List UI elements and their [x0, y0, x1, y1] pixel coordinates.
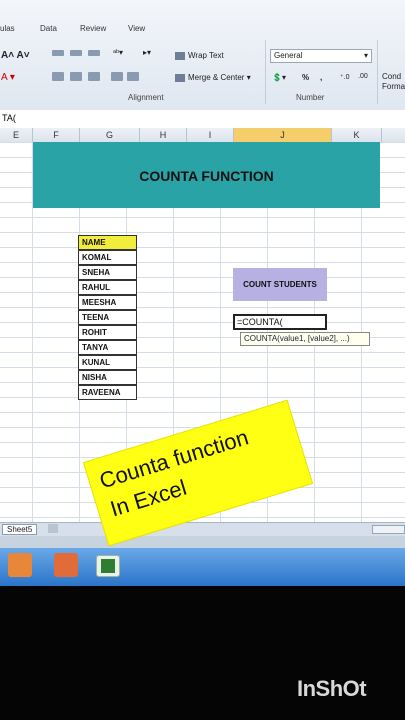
group-divider-2 [377, 40, 378, 104]
chevron-down-icon: ▾ [363, 51, 368, 60]
name-cell[interactable]: MEESHA [78, 295, 137, 310]
column-header-e[interactable]: E [0, 128, 33, 142]
column-header-i[interactable]: I [187, 128, 234, 142]
taskbar-app-icon[interactable] [8, 553, 32, 577]
column-header-j[interactable]: J [234, 128, 332, 142]
status-bar [0, 536, 405, 548]
name-cell[interactable]: TEENA [78, 310, 137, 325]
name-cell[interactable]: KOMAL [78, 250, 137, 265]
align-middle-icon[interactable] [70, 50, 82, 56]
decrease-decimal-button[interactable]: .00 [358, 73, 368, 80]
currency-button[interactable]: 💲▾ [272, 73, 286, 82]
name-header-cell[interactable]: NAME [78, 235, 137, 250]
align-center-icon[interactable] [70, 72, 82, 81]
column-header-k[interactable]: K [332, 128, 382, 142]
name-cell[interactable]: TANYA [78, 340, 137, 355]
column-header-row: E F G H I J K [0, 128, 405, 143]
count-students-label[interactable]: COUNT STUDENTS [233, 268, 327, 301]
wrap-text-icon[interactable]: ▸▾ [143, 48, 151, 57]
group-divider [265, 40, 266, 104]
tab-data[interactable]: Data [40, 24, 57, 33]
align-right-icon[interactable] [88, 72, 100, 81]
column-header-h[interactable]: H [140, 128, 187, 142]
name-cell[interactable]: KUNAL [78, 355, 137, 370]
column-header-f[interactable]: F [33, 128, 80, 142]
name-cell[interactable]: NISHA [78, 370, 137, 385]
name-cell[interactable]: SNEHA [78, 265, 137, 280]
number-format-select[interactable]: General ▾ [270, 49, 372, 63]
font-size-buttons[interactable]: A˄ A˅ [1, 50, 30, 61]
ribbon: ulas Data Review View A˄ A˅ A ▾ ᵃᵇ▾ ▸▾ W… [0, 0, 405, 110]
ribbon-tab-bar: ulas Data Review View [0, 22, 405, 36]
number-group-label: Number [296, 93, 325, 102]
increase-indent-icon[interactable] [127, 72, 139, 81]
decrease-indent-icon[interactable] [111, 72, 123, 81]
excel-logo-icon [101, 559, 115, 573]
formula-bar-content: TA( [2, 113, 16, 123]
wrap-icon [175, 51, 185, 60]
inshot-watermark: InShOt [297, 676, 367, 701]
merge-icon [175, 73, 185, 82]
comma-button[interactable]: , [320, 73, 322, 82]
new-sheet-icon[interactable] [48, 524, 58, 533]
font-color-icon[interactable]: A ▾ [1, 72, 15, 83]
percent-button[interactable]: % [302, 73, 309, 82]
merge-center-button[interactable]: Merge & Center ▾ [175, 73, 251, 82]
column-header-g[interactable]: G [80, 128, 140, 142]
active-formula-cell[interactable]: =COUNTA( [233, 314, 327, 330]
alignment-group-label: Alignment [128, 93, 164, 102]
align-left-icon[interactable] [52, 72, 64, 81]
conditional-format-label-2[interactable]: Forma [382, 82, 405, 91]
sheet-tab[interactable]: Sheet5 [2, 524, 38, 535]
horizontal-scrollbar[interactable] [372, 525, 405, 534]
title-banner[interactable]: COUNTA FUNCTION [33, 142, 380, 208]
tab-view[interactable]: View [128, 24, 145, 33]
name-cell[interactable]: ROHIT [78, 325, 137, 340]
excel-taskbar-icon[interactable] [96, 555, 120, 577]
tab-formulas[interactable]: ulas [0, 24, 15, 33]
align-bottom-icon[interactable] [88, 50, 100, 56]
taskbar-camera-icon[interactable] [54, 553, 78, 577]
tab-review[interactable]: Review [80, 24, 106, 33]
name-cell[interactable]: RAHUL [78, 280, 137, 295]
sheet-tab-bar: Sheet5 [0, 522, 405, 537]
increase-decimal-button[interactable]: ⁺.0 [340, 73, 350, 81]
formula-bar[interactable]: TA( [0, 110, 405, 129]
orientation-icon[interactable]: ᵃᵇ▾ [113, 48, 123, 57]
name-cell[interactable]: RAVEENA [78, 385, 137, 400]
wrap-text-button[interactable]: Wrap Text [175, 51, 224, 60]
conditional-format-label-1[interactable]: Cond [382, 72, 401, 81]
function-tooltip[interactable]: COUNTA(value1, [value2], ...) [240, 332, 370, 346]
align-top-icon[interactable] [52, 50, 64, 56]
